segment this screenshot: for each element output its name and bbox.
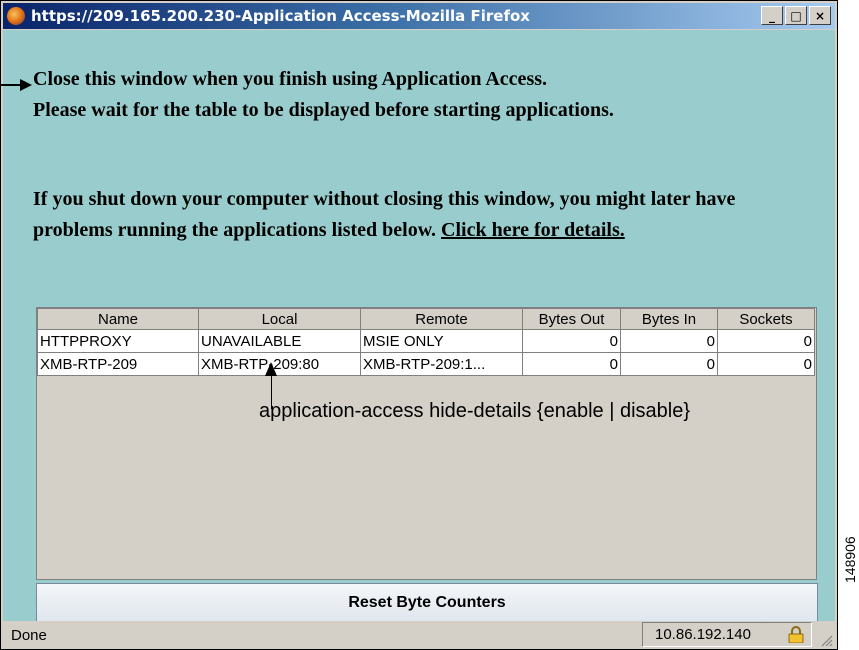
close-button[interactable]: × — [809, 6, 831, 25]
instructions: Close this window when you finish using … — [33, 64, 614, 126]
column-header[interactable]: Bytes Out — [522, 308, 621, 330]
page-content: Close this window when you finish using … — [3, 30, 835, 623]
arrow-up — [265, 362, 277, 376]
figure-id: 148906 — [842, 536, 858, 583]
message-line-1: Close this window when you finish using … — [33, 68, 548, 90]
table-row[interactable]: HTTPPROXY UNAVAILABLE MSIE ONLY 0 0 0 — [37, 329, 815, 353]
status-text: Done — [11, 627, 47, 644]
warning-message: If you shut down your computer without c… — [33, 184, 813, 246]
details-link[interactable]: Click here for details. — [441, 219, 625, 241]
cell-remote: XMB-RTP-209:1... — [360, 352, 523, 376]
application-table: Name Local Remote Bytes Out Bytes In Soc… — [37, 308, 815, 376]
table-row[interactable]: XMB-RTP-209 XMB-RTP-209:80 XMB-RTP-209:1… — [37, 352, 815, 376]
cell-remote: MSIE ONLY — [360, 329, 523, 353]
window-controls: _ □ × — [761, 6, 831, 25]
lock-icon[interactable] — [787, 626, 805, 643]
status-security-panel[interactable]: 10.86.192.140 — [642, 622, 812, 647]
cell-bytes-in: 0 — [620, 329, 718, 353]
cell-bytes-out: 0 — [522, 329, 621, 353]
status-ip: 10.86.192.140 — [655, 626, 751, 643]
table-header-row: Name Local Remote Bytes Out Bytes In Soc… — [37, 308, 815, 330]
status-bar: Done 10.86.192.140 — [3, 621, 835, 649]
application-table-panel: Name Local Remote Bytes Out Bytes In Soc… — [36, 307, 817, 580]
column-header[interactable]: Name — [37, 308, 199, 330]
cell-sockets: 0 — [717, 329, 815, 353]
browser-window: https://209.165.200.230-Application Acce… — [0, 0, 838, 650]
column-header[interactable]: Remote — [360, 308, 523, 330]
warning-text: If you shut down your computer without c… — [33, 188, 736, 241]
cell-sockets: 0 — [717, 352, 815, 376]
column-header[interactable]: Bytes In — [620, 308, 718, 330]
cell-name: XMB-RTP-209 — [37, 352, 199, 376]
column-header[interactable]: Local — [198, 308, 361, 330]
window-title: https://209.165.200.230-Application Acce… — [31, 7, 530, 25]
cell-bytes-in: 0 — [620, 352, 718, 376]
title-bar[interactable]: https://209.165.200.230-Application Acce… — [3, 3, 835, 29]
maximize-button[interactable]: □ — [785, 6, 807, 25]
resize-grip-icon[interactable] — [819, 633, 833, 647]
column-header[interactable]: Sockets — [717, 308, 815, 330]
cell-name: HTTPPROXY — [37, 329, 199, 353]
cell-local: XMB-RTP-209:80 — [198, 352, 361, 376]
arrow-left — [20, 79, 32, 91]
cell-bytes-out: 0 — [522, 352, 621, 376]
cell-local: UNAVAILABLE — [198, 329, 361, 353]
reset-button-label: Reset Byte Counters — [348, 594, 506, 611]
minimize-button[interactable]: _ — [761, 6, 783, 25]
reset-byte-counters-button[interactable]: Reset Byte Counters — [36, 583, 818, 623]
command-annotation: application-access hide-details {enable … — [259, 400, 691, 422]
firefox-icon — [7, 7, 25, 25]
message-line-2: Please wait for the table to be displaye… — [33, 99, 614, 121]
